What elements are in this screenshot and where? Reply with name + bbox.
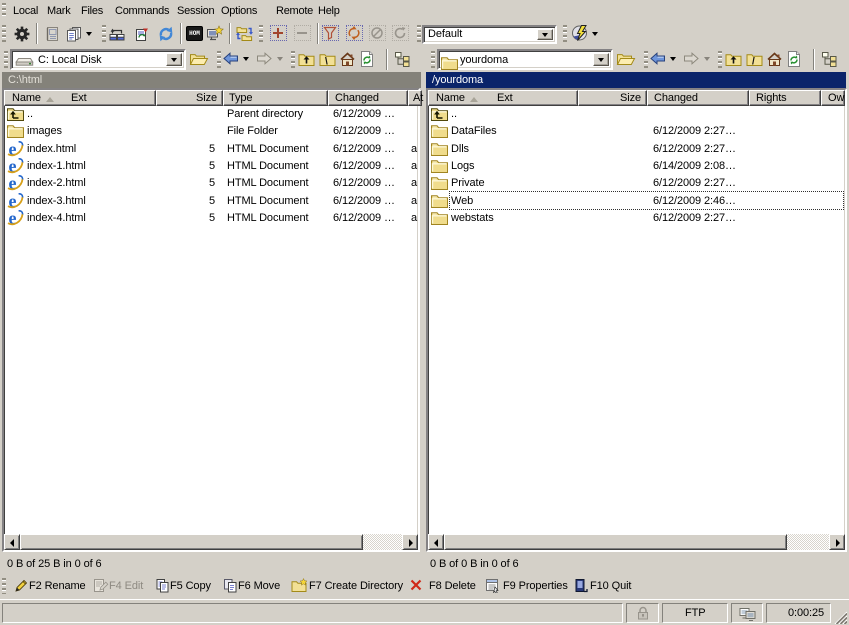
svg-text:\: \ (325, 57, 328, 68)
svg-text:/: / (752, 57, 755, 68)
